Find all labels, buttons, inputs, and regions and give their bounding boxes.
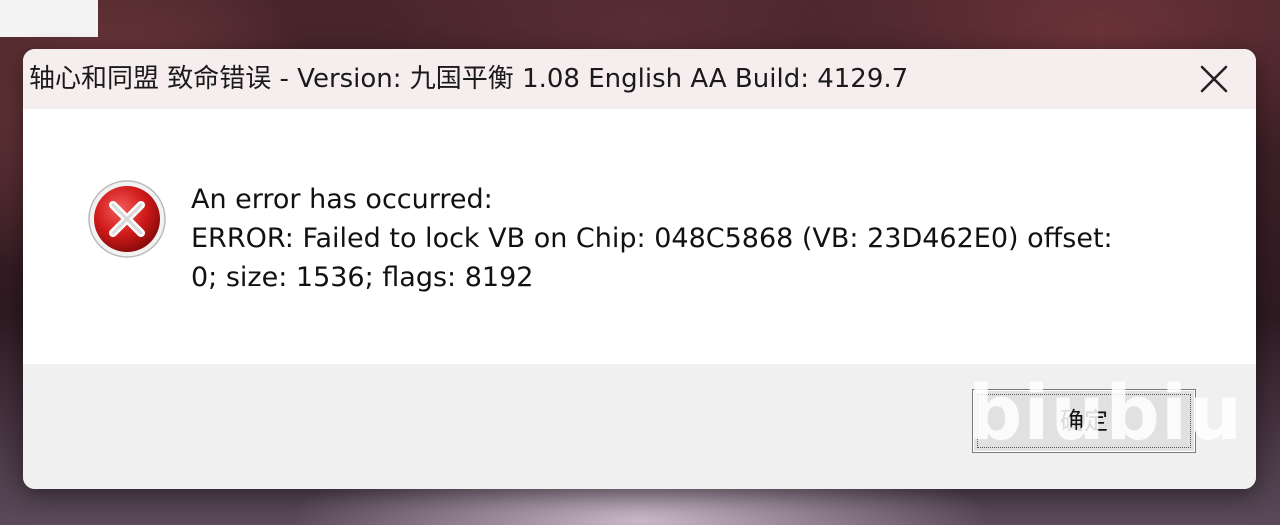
error-message-line-3: 0; size: 1536; flags: 8192 (191, 262, 534, 293)
error-message-line-2: ERROR: Failed to lock VB on Chip: 048C58… (191, 223, 1113, 254)
close-icon (1200, 65, 1228, 93)
dialog-title: 轴心和同盟 致命错误 - Version: 九国平衡 1.08 English … (29, 64, 909, 94)
error-icon (88, 180, 166, 258)
ok-button[interactable]: 确定 (972, 389, 1196, 453)
background-window-fragment (0, 0, 98, 37)
dialog-footer: 确定 biubiu (23, 364, 1256, 489)
error-dialog: 轴心和同盟 致命错误 - Version: 九国平衡 1.08 English … (23, 49, 1256, 489)
error-message: An error has occurred: ERROR: Failed to … (191, 180, 1191, 297)
error-message-line-1: An error has occurred: (191, 184, 493, 215)
dialog-titlebar[interactable]: 轴心和同盟 致命错误 - Version: 九国平衡 1.08 English … (23, 49, 1256, 109)
dialog-content: An error has occurred: ERROR: Failed to … (23, 109, 1256, 364)
ok-button-label: 确定 (1060, 407, 1108, 435)
close-button[interactable] (1194, 59, 1234, 99)
